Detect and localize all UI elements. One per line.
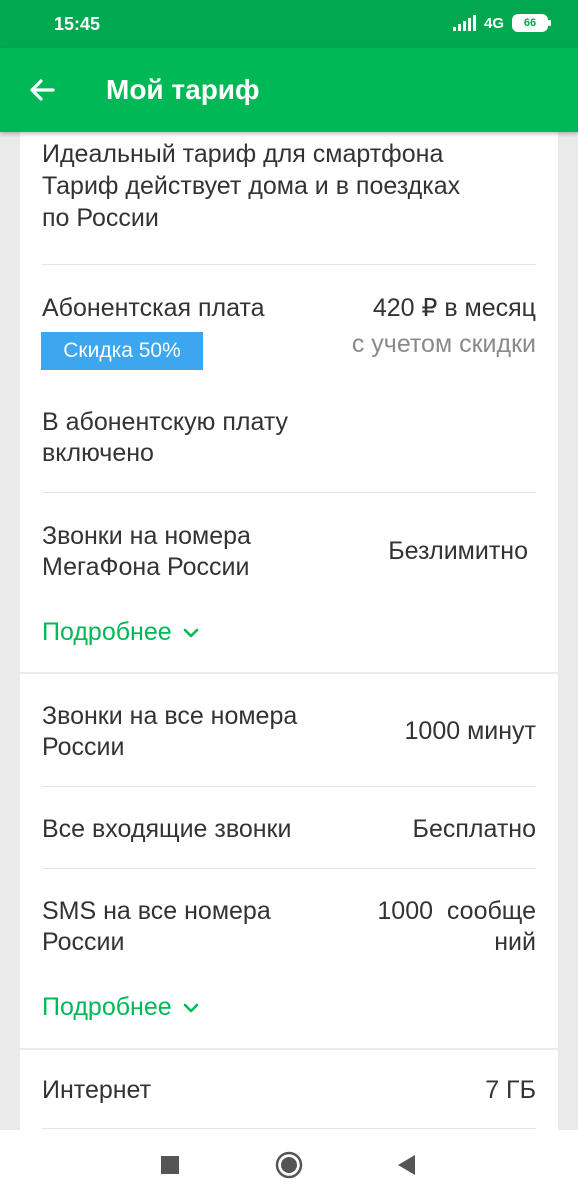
page-title: Мой тариф xyxy=(106,74,260,105)
sms-value-line1: 1000 сообще xyxy=(377,897,536,925)
included-label-line2: включено xyxy=(42,439,154,467)
tariff-description-line3: по России xyxy=(42,204,159,232)
circle-icon xyxy=(275,1151,303,1179)
chevron-down-icon xyxy=(183,628,198,637)
battery-level: 66 xyxy=(523,17,537,29)
tariff-details[interactable]: Идеальный тариф для смартфона Тариф дейс… xyxy=(20,132,558,1130)
included-label-line1: В абонентскую плату xyxy=(42,408,289,436)
status-bar: 15:45 4G 66 xyxy=(0,0,578,48)
fee-label: Абонентская плата xyxy=(42,294,265,322)
sms-label-line1: SMS на все номера xyxy=(42,897,271,925)
status-indicators: 4G 66 xyxy=(452,14,551,32)
fee-price: 420 ₽ в месяц xyxy=(372,294,536,322)
section-separator xyxy=(20,672,558,674)
more-details-label: Подробнее xyxy=(42,993,172,1021)
back-button[interactable] xyxy=(22,70,62,110)
internet-value: 7 ГБ xyxy=(485,1076,536,1104)
divider xyxy=(42,786,536,787)
chevron-down-icon xyxy=(183,1003,198,1012)
sms-value-line2: ний xyxy=(494,928,536,956)
battery-icon: 66 xyxy=(512,14,551,32)
more-details-label: Подробнее xyxy=(42,618,172,646)
calls-megafon-value: Безлимитно xyxy=(388,537,528,565)
divider xyxy=(42,1128,536,1129)
triangle-back-icon xyxy=(398,1155,415,1175)
signal-icon xyxy=(452,15,476,31)
calls-all-label-line1: Звонки на все номера xyxy=(42,702,298,730)
calls-all-value: 1000 минут xyxy=(404,717,536,745)
internet-label: Интернет xyxy=(42,1076,152,1104)
sms-label-line2: России xyxy=(42,928,125,956)
discount-badge: Скидка 50% xyxy=(41,332,203,370)
divider xyxy=(42,868,536,869)
incoming-calls-label: Все входящие звонки xyxy=(42,815,292,843)
calls-all-label-line2: России xyxy=(42,733,125,761)
divider xyxy=(42,264,536,265)
nav-back-button[interactable] xyxy=(390,1148,424,1182)
section-separator xyxy=(20,1048,558,1050)
more-details-link[interactable]: Подробнее xyxy=(42,618,200,647)
calls-megafon-label-line2: МегаФона России xyxy=(42,553,250,581)
calls-megafon-label-line1: Звонки на номера xyxy=(42,522,251,550)
app-bar: Мой тариф xyxy=(0,48,578,132)
tariff-description-line1: Идеальный тариф для смартфона xyxy=(42,140,444,168)
system-nav-bar xyxy=(0,1130,578,1200)
tariff-description-line2: Тариф действует дома и в поездках xyxy=(42,172,461,200)
status-time: 15:45 xyxy=(54,14,101,34)
divider xyxy=(42,492,536,493)
fee-discount-note: с учетом скидки xyxy=(351,330,536,358)
recent-apps-button[interactable] xyxy=(153,1148,187,1182)
network-type: 4G xyxy=(483,14,504,32)
square-icon xyxy=(161,1156,179,1174)
incoming-calls-value: Бесплатно xyxy=(412,815,536,843)
arrow-left-icon xyxy=(30,79,55,101)
more-details-link[interactable]: Подробнее xyxy=(42,993,200,1022)
home-button[interactable] xyxy=(272,1148,306,1182)
